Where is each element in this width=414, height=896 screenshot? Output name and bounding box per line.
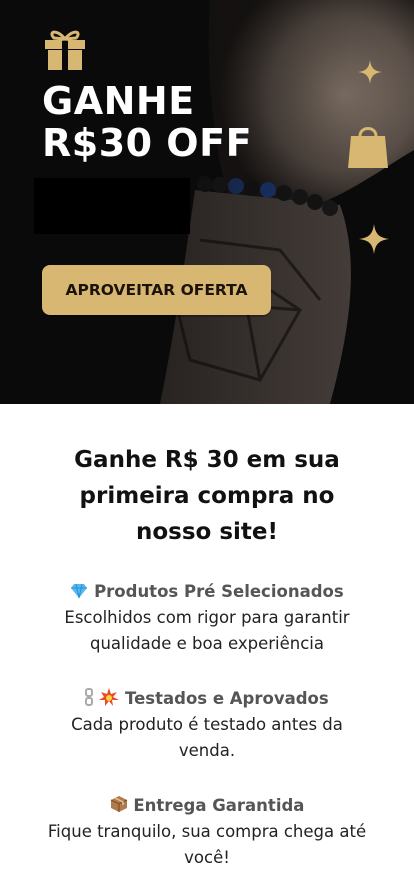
feature-title: Testados e Aprovados: [0, 687, 414, 712]
intro-title: Ganhe R$ 30 em sua primeira compra no no…: [74, 447, 340, 545]
link-collision-icon: [85, 688, 120, 712]
gem-icon: [70, 582, 88, 605]
feature-title-text: Entrega Garantida: [133, 796, 305, 815]
feature-item: Entrega Garantida Fique tranquilo, sua c…: [0, 794, 414, 871]
feature-desc: Fique tranquilo, sua compra chega até vo…: [47, 822, 367, 867]
claim-offer-button[interactable]: APROVEITAR OFERTA: [42, 265, 271, 315]
promo-line2: R$30 OFF: [42, 121, 253, 165]
promo-line1: GANHE: [42, 79, 195, 123]
sparkle-icon: [358, 60, 382, 84]
feature-item: Produtos Pré Selecionados Escolhidos com…: [0, 580, 414, 657]
gift-icon: [45, 30, 85, 70]
feature-desc: Cada produto é testado antes da venda.: [71, 715, 343, 760]
sparkle-icon: [359, 224, 389, 254]
package-icon: [110, 795, 128, 819]
feature-title: Entrega Garantida: [0, 794, 414, 819]
benefits-section: Ganhe R$ 30 em sua primeira compra no no…: [0, 404, 414, 871]
promo-banner: GANHE R$30 OFF APROVEITAR OFERTA: [0, 0, 414, 404]
feature-item: Testados e Aprovados Cada produto é test…: [0, 687, 414, 764]
promo-headline: GANHE R$30 OFF: [42, 80, 252, 164]
feature-title: Produtos Pré Selecionados: [0, 580, 414, 605]
feature-title-text: Produtos Pré Selecionados: [94, 582, 344, 601]
feature-desc: Escolhidos com rigor para garantir quali…: [64, 608, 350, 653]
shopping-bag-icon: [348, 127, 388, 168]
redacted-block: [34, 178, 190, 234]
feature-title-text: Testados e Aprovados: [125, 689, 329, 708]
